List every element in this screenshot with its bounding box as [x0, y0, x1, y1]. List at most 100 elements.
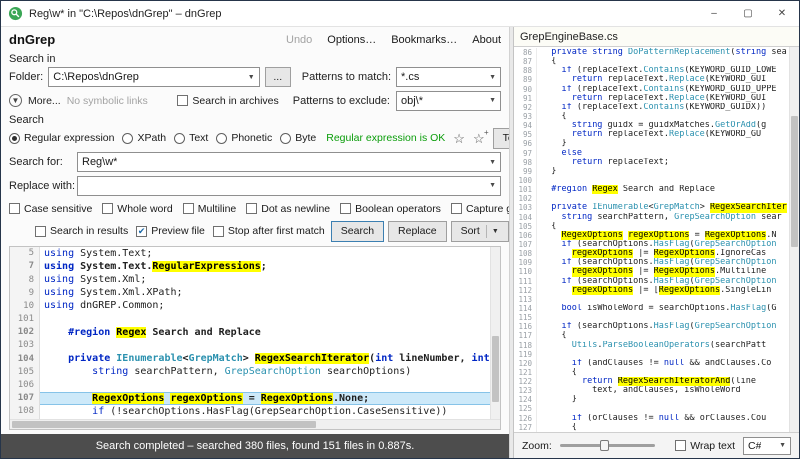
star-plus-icon[interactable]: ☆+ [473, 132, 485, 145]
preview-line[interactable]: 99 } [514, 167, 789, 176]
expander-chevron-icon[interactable]: ▼ [9, 94, 22, 107]
preview-line[interactable]: 97 else [514, 149, 789, 158]
preview-file-checkbox[interactable]: ✔Preview file [136, 225, 205, 237]
replace-button[interactable]: Replace [388, 221, 447, 242]
preview-line[interactable]: 125 [514, 404, 789, 413]
whole-word-checkbox[interactable]: Whole word [102, 203, 172, 215]
preview-line[interactable]: 108 regexOptions |= RegexOptions.IgnoreC… [514, 249, 789, 258]
preview-line[interactable]: 105 { [514, 222, 789, 231]
preview-file-tab[interactable]: GrepEngineBase.cs [514, 27, 799, 47]
search-for-combobox[interactable]: Reg\w* ▼ [77, 152, 501, 172]
patterns-match-combobox[interactable]: *.cs ▼ [396, 67, 501, 87]
preview-line[interactable]: 104 string searchPattern, GrepSearchOpti… [514, 213, 789, 222]
chevron-down-icon[interactable]: ▼ [485, 74, 496, 81]
preview-line[interactable]: 92 if (replaceText.Contains(KEYWORD_GUID… [514, 103, 789, 112]
preview-line[interactable]: 116 if (searchOptions.HasFlag(GrepSearch… [514, 322, 789, 331]
folder-combobox[interactable]: C:\Repos\dnGrep ▼ [48, 67, 259, 87]
result-line[interactable]: 5using System.Text; [10, 247, 500, 260]
chevron-down-icon[interactable]: ▼ [485, 159, 496, 166]
dot-as-newline-checkbox[interactable]: Dot as newline [246, 203, 330, 215]
result-line[interactable]: 103 [10, 339, 500, 352]
preview-line[interactable]: 95 return replaceText.Replace(KEYWORD_GU [514, 130, 789, 139]
preview-line[interactable]: 90 if (replaceText.Contains(KEYWORD_GUID… [514, 85, 789, 94]
patterns-exclude-combobox[interactable]: obj\* ▼ [396, 91, 501, 111]
preview-line[interactable]: 121 { [514, 368, 789, 377]
preview-line[interactable]: 98 return replaceText; [514, 158, 789, 167]
preview-line[interactable]: 123 text, andClauses, isWholeWord [514, 386, 789, 395]
preview-line[interactable]: 96 } [514, 139, 789, 148]
zoom-slider-thumb[interactable] [600, 440, 609, 451]
chevron-down-icon[interactable]: ▼ [485, 97, 496, 104]
preview-vertical-scrollbar[interactable] [789, 47, 799, 432]
preview-line[interactable]: 119 [514, 350, 789, 359]
preview-line[interactable]: 89 return replaceText.Replace(KEYWORD_GU… [514, 75, 789, 84]
result-line[interactable]: 9using System.Xml.XPath; [10, 286, 500, 299]
radio-regular-expression[interactable]: Regular expression [9, 132, 114, 144]
result-line[interactable]: 10using dnGREP.Common; [10, 299, 500, 312]
preview-line[interactable]: 107 if (searchOptions.HasFlag(GrepSearch… [514, 240, 789, 249]
preview-line[interactable]: 114 bool isWholeWord = searchOptions.Has… [514, 304, 789, 313]
preview-line[interactable]: 120 if (andClauses != null && andClauses… [514, 359, 789, 368]
preview-line[interactable]: 101 #region Regex Search and Replace [514, 185, 789, 194]
wrap-text-checkbox[interactable]: Wrap text [675, 440, 735, 452]
preview-line[interactable]: 100 [514, 176, 789, 185]
result-line[interactable]: 108 if (!searchOptions.HasFlag(GrepSearc… [10, 405, 500, 418]
result-line[interactable]: 101 [10, 313, 500, 326]
more-label[interactable]: More... [28, 95, 61, 107]
zoom-slider[interactable] [560, 444, 655, 447]
sort-button[interactable]: Sort▼ [451, 221, 509, 242]
preview-line[interactable]: 127 { [514, 423, 789, 432]
preview-line[interactable]: 109 if (searchOptions.HasFlag(GrepSearch… [514, 258, 789, 267]
preview-line[interactable]: 124 } [514, 395, 789, 404]
preview-line[interactable]: 102 [514, 194, 789, 203]
scrollbar-thumb[interactable] [791, 116, 798, 247]
preview-line[interactable]: 88 if (replaceText.Contains(KEYWORD_GUID… [514, 66, 789, 75]
maximize-button[interactable]: ▢ [731, 1, 765, 26]
result-line[interactable]: 105 string searchPattern, GrepSearchOpti… [10, 365, 500, 378]
menu-about[interactable]: About [472, 34, 501, 46]
radio-byte[interactable]: Byte [280, 132, 316, 144]
chevron-down-icon[interactable]: ▼ [485, 182, 496, 189]
preview-line[interactable]: 122 return RegexSearchIteratorAnd(line [514, 377, 789, 386]
radio-phonetic[interactable]: Phonetic [216, 132, 272, 144]
boolean-operators-checkbox[interactable]: Boolean operators [340, 203, 441, 215]
preview-line[interactable]: 110 regexOptions |= RegexOptions.Multili… [514, 267, 789, 276]
preview-line[interactable]: 115 [514, 313, 789, 322]
menu-bookmarks[interactable]: Bookmarks… [391, 34, 457, 46]
preview-line[interactable]: 103 private IEnumerable<GrepMatch> Regex… [514, 203, 789, 212]
preview-line[interactable]: 94 string guidx = guidxMatches.GetOrAdd(… [514, 121, 789, 130]
preview-line[interactable]: 111 if (searchOptions.HasFlag(GrepSearch… [514, 277, 789, 286]
preview-line[interactable]: 126 if (orClauses != null && orClauses.C… [514, 414, 789, 423]
preview-line[interactable]: 86 private string DoPatternReplacement(s… [514, 48, 789, 57]
minimize-button[interactable]: – [697, 1, 731, 26]
search-in-results-checkbox[interactable]: Search in results [35, 225, 128, 237]
result-line[interactable]: 104 private IEnumerable<GrepMatch> Regex… [10, 352, 500, 365]
preview-line[interactable]: 118 Utils.ParseBooleanOperators(searchPa… [514, 341, 789, 350]
radio-xpath[interactable]: XPath [122, 132, 166, 144]
title-bar[interactable]: Reg\w* in "C:\Repos\dnGrep" – dnGrep – ▢… [1, 1, 799, 27]
star-icon[interactable]: ☆ [453, 132, 465, 145]
preview-line[interactable]: 91 return replaceText.Replace(KEYWORD_GU… [514, 94, 789, 103]
replace-with-combobox[interactable]: ▼ [77, 176, 501, 196]
result-line[interactable]: 7using System.Text.RegularExpressions; [10, 260, 500, 273]
radio-text[interactable]: Text [174, 132, 208, 144]
scrollbar-thumb[interactable] [12, 421, 316, 428]
syntax-combobox[interactable]: C# ▼ [743, 437, 791, 455]
chevron-down-icon[interactable]: ▼ [775, 442, 786, 449]
search-button[interactable]: Search [331, 221, 384, 242]
multiline-checkbox[interactable]: Multiline [183, 203, 237, 215]
browse-button[interactable]: ... [265, 67, 291, 87]
preview-line[interactable]: 117 { [514, 331, 789, 340]
scrollbar-thumb[interactable] [492, 336, 499, 402]
stop-after-first-match-checkbox[interactable]: Stop after first match [213, 225, 325, 237]
menu-options[interactable]: Options… [327, 34, 376, 46]
chevron-down-icon[interactable]: ▼ [244, 74, 255, 81]
result-line[interactable]: 106 [10, 378, 500, 391]
result-line[interactable]: 107 RegexOptions regexOptions = RegexOpt… [10, 392, 500, 405]
preview-line[interactable]: 112 regexOptions |= [RegexOptions.Single… [514, 286, 789, 295]
preview-line[interactable]: 93 { [514, 112, 789, 121]
results-horizontal-scrollbar[interactable] [10, 419, 500, 429]
preview-line[interactable]: 87 { [514, 57, 789, 66]
result-line[interactable]: 102 #region Regex Search and Replace [10, 326, 500, 339]
case-sensitive-checkbox[interactable]: Case sensitive [9, 203, 92, 215]
